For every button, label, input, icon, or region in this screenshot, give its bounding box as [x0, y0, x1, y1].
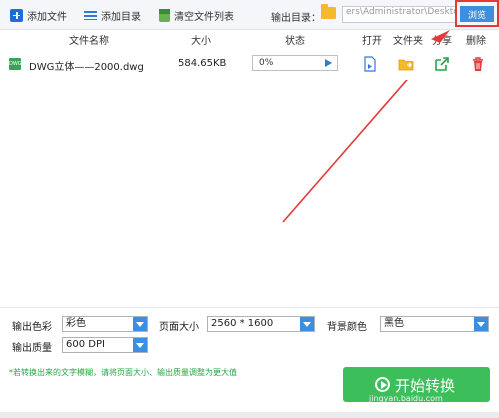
col-name: 文件名称 [69, 36, 109, 47]
file-size: 584.65KB [178, 58, 227, 69]
page-size-select-value: 2560 * 1600 [211, 318, 274, 329]
quality-label: 输出质量 [12, 343, 52, 354]
folder-icon[interactable] [321, 4, 336, 19]
page-size-select[interactable]: 2560 * 1600 [207, 316, 315, 332]
add-file-button[interactable]: 添加文件 [10, 7, 67, 23]
chevron-down-icon [133, 338, 147, 352]
color-select-value: 彩色 [66, 318, 86, 329]
add-directory-label: 添加目录 [101, 11, 141, 23]
clear-list-button[interactable]: 清空文件列表 [159, 7, 234, 23]
bg-color-select[interactable]: 黑色 [380, 316, 489, 332]
add-directory-button[interactable]: 添加目录 [84, 7, 141, 23]
annotation-arrow-icon [282, 80, 408, 223]
divider [0, 307, 499, 308]
delete-icon[interactable] [470, 56, 486, 72]
arrow-head-icon [431, 30, 450, 43]
file-name: DWG立体——2000.dwg [29, 62, 144, 73]
file-list-area [0, 80, 499, 310]
output-dir-input[interactable]: ers\Administrator\Desktop [342, 6, 457, 23]
bottom-bar [0, 412, 499, 418]
chevron-down-icon [474, 317, 488, 331]
browse-button[interactable]: 浏览 [460, 6, 494, 22]
watermark: jingyan.baidu.com [369, 394, 443, 403]
open-folder-icon[interactable] [398, 56, 414, 72]
page-size-label: 页面大小 [159, 322, 199, 333]
quality-select[interactable]: 600 DPI [62, 337, 148, 353]
col-folder: 文件夹 [393, 36, 423, 47]
progress-bar: 0% [252, 55, 338, 71]
browse-highlight: 浏览 [455, 0, 499, 27]
color-select[interactable]: 彩色 [62, 316, 148, 332]
col-delete: 删除 [466, 36, 486, 47]
toolbar: 添加文件 添加目录 清空文件列表 输出目录： ers\Administrator… [0, 0, 499, 30]
broom-icon [159, 8, 170, 22]
output-dir-label: 输出目录： [271, 13, 321, 24]
chevron-down-icon [300, 317, 314, 331]
color-label: 输出色彩 [12, 322, 52, 333]
table-row[interactable]: DWG DWG立体——2000.dwg 584.65KB 0% [0, 50, 499, 78]
bg-color-label: 背景颜色 [327, 322, 367, 333]
play-triangle-icon [381, 381, 387, 389]
bg-color-select-value: 黑色 [384, 318, 404, 329]
start-convert-label: 开始转换 [395, 377, 456, 395]
hint-note: *若转换出来的文字模糊，请将页面大小、输出质量调整为更大值 [9, 368, 237, 377]
col-status: 状态 [285, 36, 305, 47]
chevron-down-icon [133, 317, 147, 331]
open-file-icon[interactable] [362, 56, 378, 72]
clear-list-label: 清空文件列表 [174, 11, 234, 23]
table-header: 文件名称 大小 状态 打开 文件夹 分享 删除 [0, 30, 499, 48]
plus-icon [10, 8, 23, 22]
play-icon[interactable] [325, 59, 332, 67]
list-icon [84, 9, 97, 22]
dwg-file-icon: DWG [9, 58, 22, 70]
col-size: 大小 [191, 36, 211, 47]
quality-select-value: 600 DPI [66, 339, 105, 350]
add-file-label: 添加文件 [27, 11, 67, 23]
progress-text: 0% [259, 58, 274, 68]
col-open: 打开 [362, 36, 382, 47]
